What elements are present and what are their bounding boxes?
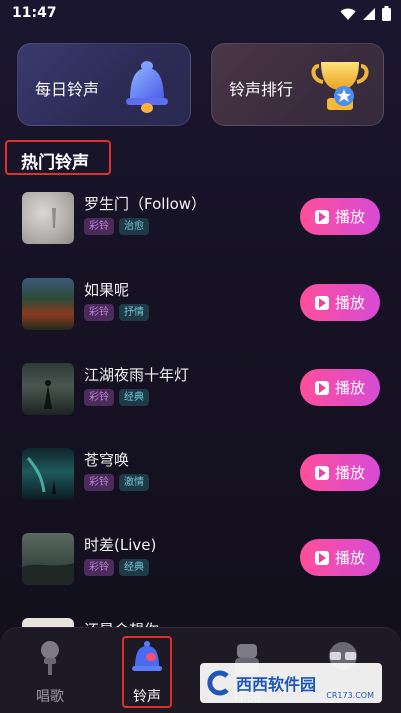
ringtone-ranking-label: 铃声排行	[229, 80, 294, 99]
watermark-text: 西西软件园	[236, 675, 317, 694]
song-cover	[22, 363, 74, 415]
watermark-sub: CR173.COM	[326, 691, 374, 700]
nav-label: 唱歌	[36, 689, 64, 705]
song-cover	[22, 278, 74, 330]
list-item[interactable]: 罗生门（Follow） 彩铃 治愈 播放	[0, 192, 401, 277]
watermark-c-icon	[207, 670, 229, 696]
nav-active-highlight	[122, 636, 172, 708]
tag: 彩铃	[84, 218, 114, 235]
song-cover	[22, 533, 74, 585]
play-icon	[314, 295, 329, 310]
play-button[interactable]: 播放	[300, 284, 380, 321]
play-button[interactable]: 播放	[300, 539, 380, 576]
play-label: 播放	[334, 379, 365, 397]
hot-ringtones-highlight: 热门铃声	[5, 140, 111, 175]
song-title: 如果呢	[84, 281, 130, 299]
status-bar: 11:47	[0, 0, 401, 28]
song-title: 江湖夜雨十年灯	[84, 366, 190, 384]
song-cover	[22, 448, 74, 500]
tag: 彩铃	[84, 389, 114, 406]
trophy-icon	[311, 62, 369, 110]
song-title: 苍穹唤	[84, 451, 130, 469]
tag: 抒情	[119, 304, 149, 321]
song-tags: 彩铃 治愈	[84, 218, 149, 235]
tag: 经典	[119, 389, 149, 406]
list-item[interactable]: 苍穹唤 彩铃 激情 播放	[0, 448, 401, 533]
play-icon	[314, 209, 329, 224]
play-button[interactable]: 播放	[300, 369, 380, 406]
tag: 彩铃	[84, 304, 114, 321]
status-icons	[340, 6, 391, 21]
tag: 激情	[119, 474, 149, 491]
nav-item-sing[interactable]: 唱歌	[15, 638, 85, 706]
song-tags: 彩铃 经典	[84, 559, 149, 576]
watermark-logo: 西西软件园 CR173.COM	[200, 663, 382, 703]
song-title: 罗生门（Follow）	[84, 195, 207, 213]
battery-icon	[382, 6, 391, 21]
play-icon	[314, 550, 329, 565]
cover-art	[22, 563, 74, 585]
section-title: 热门铃声	[21, 153, 89, 173]
tag: 经典	[119, 559, 149, 576]
song-tags: 彩铃 激情	[84, 474, 149, 491]
cover-art	[26, 457, 56, 494]
wifi-icon	[340, 8, 356, 20]
play-label: 播放	[334, 294, 365, 312]
play-label: 播放	[334, 549, 365, 567]
list-item[interactable]: 时差(Live) 彩铃 经典 播放	[0, 533, 401, 618]
song-title: 时差(Live)	[84, 536, 157, 554]
daily-ringtone-label: 每日铃声	[35, 80, 100, 99]
play-label: 播放	[334, 208, 365, 226]
ringtone-ranking-card[interactable]: 铃声排行	[211, 43, 384, 126]
daily-ringtone-card[interactable]: 每日铃声	[17, 43, 191, 126]
play-icon	[314, 465, 329, 480]
status-time: 11:47	[12, 5, 57, 21]
bell-icon	[126, 61, 168, 113]
signal-icon	[363, 7, 375, 20]
play-icon	[314, 380, 329, 395]
song-cover	[22, 192, 74, 244]
play-button[interactable]: 播放	[300, 454, 380, 491]
cover-art	[44, 380, 52, 409]
list-item[interactable]: 江湖夜雨十年灯 彩铃 经典 播放	[0, 363, 401, 448]
microphone-icon	[41, 641, 59, 675]
list-item[interactable]: 如果呢 彩铃 抒情 播放	[0, 278, 401, 363]
tag: 彩铃	[84, 474, 114, 491]
play-label: 播放	[334, 464, 365, 482]
tag: 治愈	[119, 218, 149, 235]
tag: 彩铃	[84, 559, 114, 576]
cover-art	[52, 208, 56, 228]
song-tags: 彩铃 抒情	[84, 304, 149, 321]
song-tags: 彩铃 经典	[84, 389, 149, 406]
play-button[interactable]: 播放	[300, 198, 380, 235]
